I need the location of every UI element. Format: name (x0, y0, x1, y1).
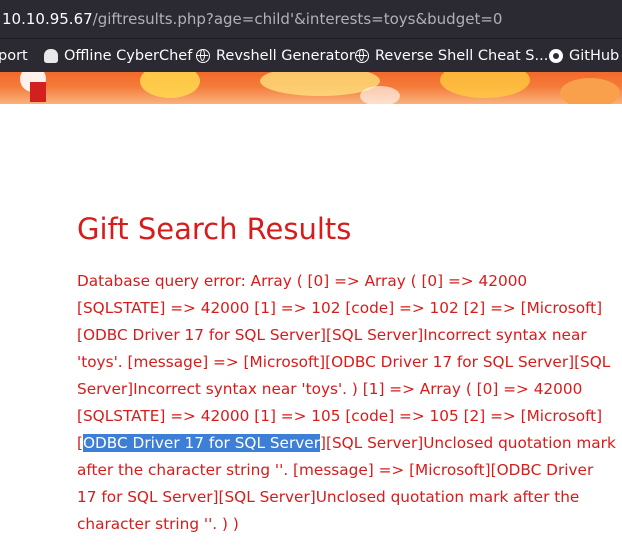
address-bar[interactable]: 10.10.95.67/giftresults.php?age=child'&i… (0, 0, 622, 38)
globe-icon (196, 49, 210, 63)
bookmark-label: Revshell Generator (216, 48, 355, 64)
bookmark-label: Reverse Shell Cheat S... (375, 48, 549, 64)
bookmark-offline-cyberchef[interactable]: Offline CyberChef (44, 39, 192, 72)
bookmark-port[interactable]: port (0, 39, 28, 72)
bookmark-label: GitHub - (569, 48, 622, 64)
bookmarks-toolbar: port Offline CyberChef Revshell Generato… (0, 38, 622, 72)
github-icon (549, 49, 563, 63)
error-text-before: Database query error: Array ( [0] => Arr… (77, 272, 611, 452)
chef-hat-icon (44, 49, 58, 63)
database-error-message: Database query error: Array ( [0] => Arr… (77, 268, 617, 538)
bookmark-label: Offline CyberChef (64, 48, 193, 64)
globe-icon (355, 49, 369, 63)
url-path: /giftresults.php?age=child'&interests=to… (92, 10, 503, 28)
selected-text-highlight: ODBC Driver 17 for SQL Server (82, 434, 321, 452)
bookmark-reverse-shell-cheat-sheet[interactable]: Reverse Shell Cheat S... (355, 39, 548, 72)
bookmark-github[interactable]: GitHub - (549, 39, 622, 72)
url-host: 10.10.95.67 (2, 10, 93, 28)
bookmark-revshell-generator[interactable]: Revshell Generator (196, 39, 355, 72)
header-banner-image (0, 72, 622, 104)
bookmark-label: port (0, 48, 28, 64)
page-title: Gift Search Results (77, 212, 352, 246)
